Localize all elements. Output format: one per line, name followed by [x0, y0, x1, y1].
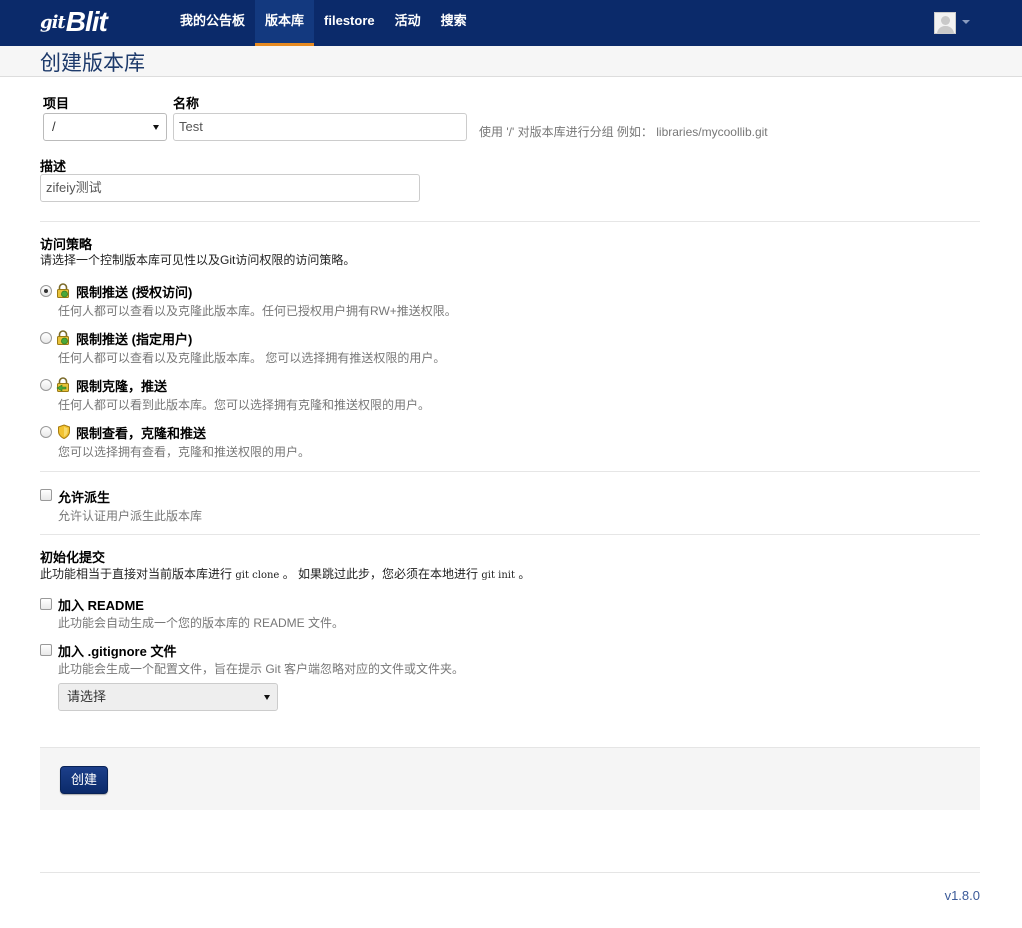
access-option-label: 限制推送 (授权访问) [76, 285, 193, 300]
shield-icon [58, 424, 70, 439]
caret-down-icon [264, 695, 270, 700]
allow-forks-checkbox[interactable] [40, 489, 52, 501]
nav-dashboard[interactable]: 我的公告板 [170, 0, 255, 46]
brand-logo[interactable]: git Blit [40, 6, 108, 37]
version-label: v1.8.0 [944, 888, 980, 903]
access-radio-named-push[interactable] [40, 332, 52, 344]
nav-repositories[interactable]: 版本库 [255, 0, 315, 46]
name-input[interactable]: Test [173, 113, 467, 141]
project-label: 项目 [43, 96, 70, 111]
add-readme-desc: 此功能会自动生成一个您的版本库的 README 文件。 [58, 616, 345, 630]
access-option-desc: 您可以选择拥有查看，克隆和推送权限的用户。 [58, 445, 311, 459]
divider [40, 534, 980, 535]
chevron-down-icon[interactable] [962, 20, 970, 24]
git-clone-code: git clone [235, 570, 280, 581]
caret-down-icon [153, 125, 159, 130]
description-input[interactable]: zifeiy测试 [40, 174, 420, 202]
nav-search[interactable]: 搜索 [431, 0, 477, 46]
lock-icon [57, 283, 69, 298]
access-radio-authenticated-push[interactable] [40, 285, 52, 297]
top-navbar: git Blit 我的公告板 版本库 filestore 活动 搜索 [0, 0, 1022, 46]
lock-icon [57, 330, 69, 345]
add-readme-checkbox[interactable] [40, 598, 52, 610]
nav-activity[interactable]: 活动 [385, 0, 431, 46]
divider [40, 471, 980, 472]
initial-commit-subtitle: 此功能相当于直接对当前版本库进行 git clone 。 如果跳过此步，您必须在… [40, 567, 531, 581]
divider [40, 221, 980, 222]
initial-commit-title: 初始化提交 [40, 550, 106, 565]
nav-filestore[interactable]: filestore [314, 0, 385, 46]
access-radio-view-clone-push[interactable] [40, 426, 52, 438]
brand-name: Blit [65, 6, 108, 37]
brand-prefix: git [40, 11, 66, 33]
page-title: 创建版本库 [40, 52, 145, 75]
access-policy-subtitle: 请选择一个控制版本库可见性以及Git访问权限的访问策略。 [40, 253, 356, 267]
project-select-value: / [52, 119, 56, 134]
name-help-text: 使用 '/' 对版本库进行分组 例如： libraries/mycoollib.… [479, 125, 768, 139]
access-option-label: 限制推送 (指定用户) [76, 332, 193, 347]
add-gitignore-desc: 此功能会生成一个配置文件，旨在提示 Git 客户端忽略对应的文件或文件夹。 [58, 662, 465, 676]
main-nav: 我的公告板 版本库 filestore 活动 搜索 [170, 0, 477, 46]
form-actions: 创建 [40, 747, 980, 810]
gitignore-template-select[interactable]: 请选择 [58, 683, 278, 711]
add-gitignore-checkbox[interactable] [40, 644, 52, 656]
gitignore-select-value: 请选择 [67, 689, 107, 704]
page-header: 创建版本库 [0, 46, 1022, 77]
allow-forks-label: 允许派生 [58, 490, 111, 505]
add-readme-label: 加入 README [58, 598, 144, 613]
project-select[interactable]: / [43, 113, 167, 141]
access-option-desc: 任何人都可以看到此版本库。您可以选择拥有克隆和推送权限的用户。 [58, 398, 431, 412]
name-label: 名称 [173, 96, 200, 111]
footer-divider [40, 872, 980, 873]
access-option-desc: 任何人都可以查看以及克隆此版本库。 您可以选择拥有推送权限的用户。 [58, 351, 446, 365]
git-init-code: git init [481, 570, 516, 581]
access-radio-clone-push[interactable] [40, 379, 52, 391]
lock-icon [56, 377, 69, 392]
allow-forks-desc: 允许认证用户派生此版本库 [58, 509, 203, 523]
access-option-label: 限制克隆，推送 [76, 379, 168, 394]
user-avatar-icon[interactable] [934, 12, 956, 34]
access-option-label: 限制查看，克隆和推送 [76, 426, 207, 441]
description-label: 描述 [40, 159, 67, 174]
add-gitignore-label: 加入 .gitignore 文件 [58, 644, 177, 659]
access-option-desc: 任何人都可以查看以及克隆此版本库。任何已授权用户拥有RW+推送权限。 [58, 304, 457, 318]
create-button[interactable]: 创建 [60, 766, 108, 794]
